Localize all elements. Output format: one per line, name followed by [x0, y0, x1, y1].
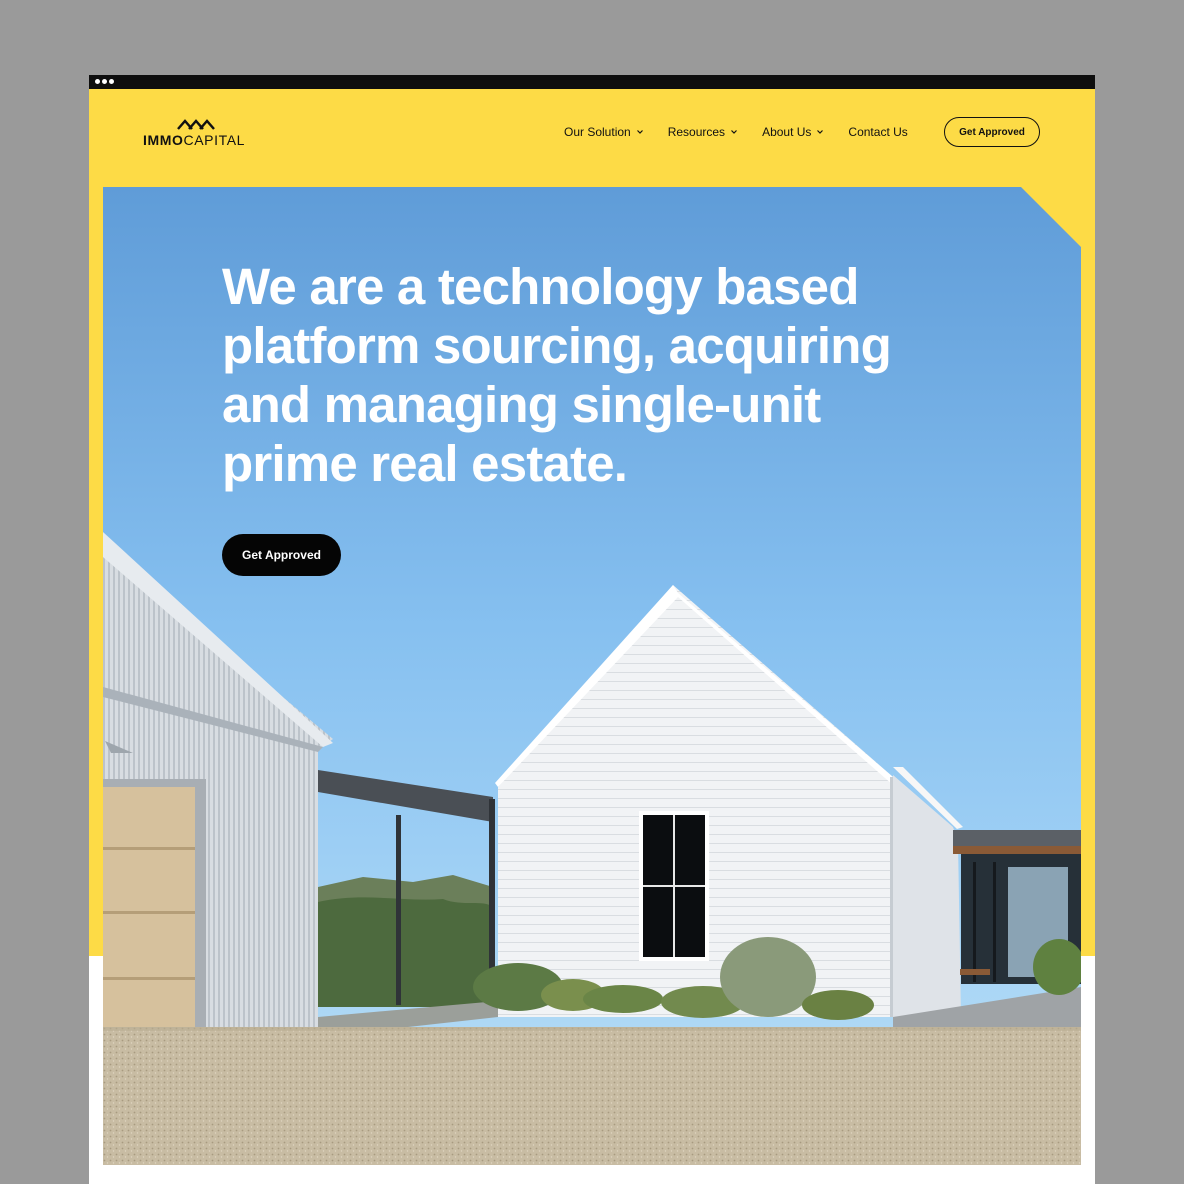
logo[interactable]: IMMOCAPITAL: [143, 117, 255, 149]
nav-label: Contact Us: [848, 125, 908, 139]
chevron-down-icon: [731, 130, 737, 134]
nav-contact-us[interactable]: Contact Us: [848, 125, 907, 139]
nav-label: Our Solution: [564, 125, 631, 139]
window-dot[interactable]: [102, 79, 107, 84]
chevron-down-icon: [817, 130, 824, 134]
window-controls[interactable]: [95, 79, 114, 84]
nav-resources[interactable]: Resources: [668, 125, 738, 139]
nav-our-solution[interactable]: Our Solution: [564, 125, 644, 139]
nav-label: About Us: [762, 125, 812, 139]
chevron-down-icon: [636, 130, 643, 134]
nav-about-us[interactable]: About Us: [762, 125, 824, 139]
header-get-approved-button[interactable]: Get Approved: [944, 117, 1040, 147]
logo-wordmark-light: CAPITAL: [183, 132, 246, 148]
main-nav: Our Solution Resources About Us Contact …: [564, 124, 932, 140]
logo-wordmark: IMMOCAPITAL: [143, 132, 245, 148]
window-dot[interactable]: [109, 79, 114, 84]
nav-label: Resources: [667, 125, 726, 139]
logo-wordmark-bold: IMMO: [143, 132, 184, 148]
browser-titlebar: [89, 75, 1095, 89]
browser-window: IMMOCAPITAL Our Solution Resources About…: [89, 75, 1095, 1184]
roof-logo-icon: [177, 119, 215, 130]
hero-get-approved-button[interactable]: Get Approved: [222, 534, 341, 576]
hero-headline: We are a technology based platform sourc…: [222, 258, 892, 492]
window-dot[interactable]: [95, 79, 100, 84]
hero-section: We are a technology based platform sourc…: [103, 187, 1081, 1165]
